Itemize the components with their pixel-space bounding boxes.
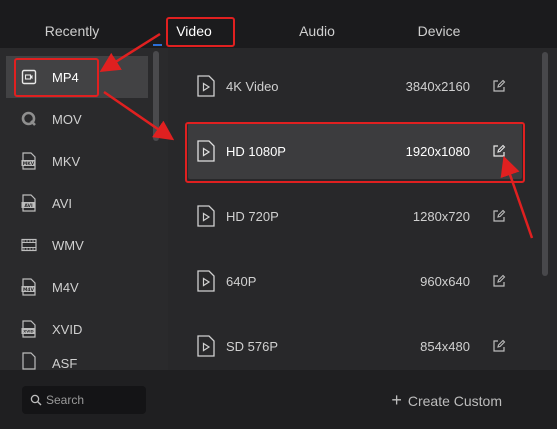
format-label: MOV [52,111,82,127]
svg-text:AVI: AVI [24,203,33,209]
quicktime-icon [20,110,38,128]
mkv-file-icon: MKV [20,152,38,170]
mp4-highlight [14,58,99,97]
video-file-icon [197,75,215,97]
format-item-mov[interactable]: MOV [6,98,148,140]
edit-icon[interactable] [492,274,506,288]
video-tab-highlight [166,17,235,47]
preset-row-720p[interactable]: HD 720P 1280x720 [188,188,522,244]
preset-row-640p[interactable]: 640P 960x640 [188,253,522,309]
format-item-m4v[interactable]: M4V M4V [6,266,148,308]
format-label: ASF [52,356,78,370]
preset-resolution: 854x480 [420,338,470,354]
preset-list-scrollbar[interactable] [542,52,548,276]
video-file-icon [197,205,215,227]
format-item-asf[interactable]: ASF [6,350,148,370]
preset-name: HD 720P [226,208,279,224]
edit-icon[interactable] [492,209,506,223]
format-label: WMV [52,237,84,253]
preset-name: 4K Video [226,78,279,94]
preset-row-4k[interactable]: 4K Video 3840x2160 [188,58,522,114]
format-label: MKV [52,153,81,169]
format-item-wmv[interactable]: WMV [6,224,148,266]
format-list-scrollbar[interactable] [153,51,159,141]
format-item-mkv[interactable]: MKV MKV [6,140,148,182]
format-item-avi[interactable]: AVI AVI [6,182,148,224]
edit-icon[interactable] [492,339,506,353]
svg-text:XVID: XVID [23,329,33,334]
preset-resolution: 3840x2160 [405,78,470,94]
svg-text:M4V: M4V [23,287,35,293]
format-list-panel: MP4 MOV MKV MKV AVI AVI WMV M4V M4V XVID… [0,48,168,429]
search-placeholder: Search [46,393,85,407]
preset-resolution: 960x640 [420,273,470,289]
preset-list-panel: 4K Video 3840x2160 HD 1080P 1920x1080 HD… [168,48,557,429]
preset-resolution: 1280x720 [412,208,470,224]
video-file-icon [197,335,215,357]
create-custom-button[interactable]: + Create Custom [391,390,502,411]
preset-name: 640P [226,273,257,289]
search-icon [30,394,42,406]
format-item-xvid[interactable]: XVID XVID [6,308,148,350]
tab-recently[interactable]: Recently [30,0,114,48]
tab-audio[interactable]: Audio [284,0,350,48]
search-area: Search [0,370,168,429]
xvid-file-icon: XVID [20,320,38,338]
wmv-film-icon [20,236,38,254]
tab-device[interactable]: Device [404,0,474,48]
search-input[interactable]: Search [22,386,146,414]
create-custom-label: Create Custom [407,392,502,409]
format-tabs: Recently Video Audio Device [0,0,557,48]
avi-file-icon: AVI [20,194,38,212]
tab-active-underline [153,44,162,46]
preset-row-576p[interactable]: SD 576P 854x480 [188,318,522,374]
hd1080-highlight [185,122,525,183]
preset-name: SD 576P [226,338,279,354]
format-label: AVI [52,195,72,211]
format-label: XVID [52,321,83,337]
asf-file-icon [20,352,38,370]
edit-icon[interactable] [492,79,506,93]
preset-footer: + Create Custom [168,370,557,429]
m4v-file-icon: M4V [20,278,38,296]
format-label: M4V [52,279,79,295]
plus-icon: + [391,390,402,410]
svg-text:MKV: MKV [23,161,35,167]
video-file-icon [197,270,215,292]
